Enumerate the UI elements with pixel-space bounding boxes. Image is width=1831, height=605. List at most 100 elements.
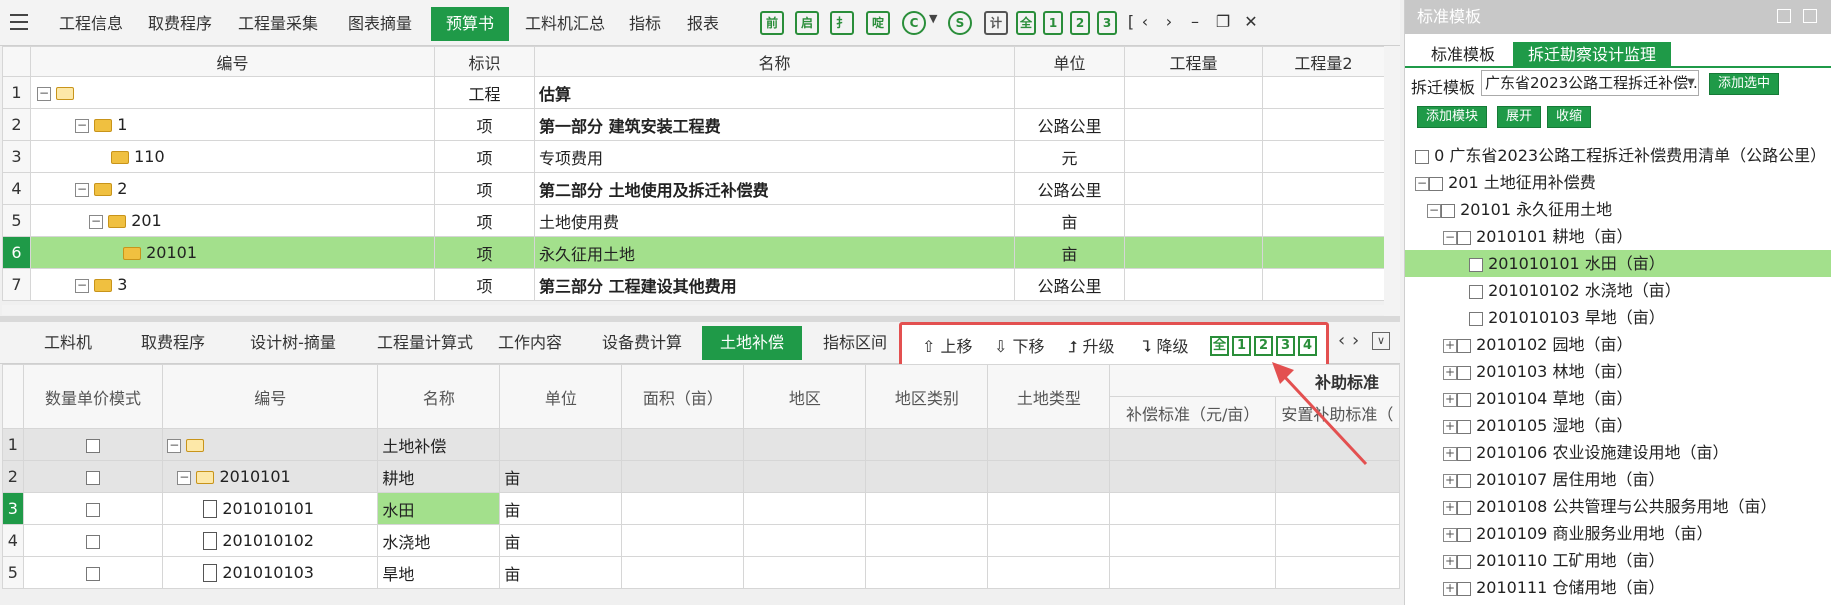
expand-icon[interactable]: + — [1443, 419, 1457, 434]
tab-quantity-collection[interactable]: 工程量采集 — [228, 7, 328, 41]
header-unit[interactable]: 单位 — [1014, 46, 1125, 77]
header-region[interactable]: 地区 — [743, 364, 867, 429]
tab-index[interactable]: 指标 — [620, 7, 670, 41]
table-row[interactable]: 4 − 2 项 第二部分 土地使用及拆迁补偿费 公路公里 — [2, 172, 1385, 205]
tree-checkbox[interactable] — [1457, 473, 1471, 488]
expand-level4-icon[interactable]: 4 — [1298, 336, 1317, 356]
expand-all-icon[interactable]: 全 — [1210, 336, 1229, 356]
template-select[interactable]: 广东省2023公路工程拆迁补偿... ▼ — [1481, 70, 1699, 96]
tree-item-selected[interactable]: 201010101 水田（亩） — [1405, 250, 1831, 277]
tab-chart-extract[interactable]: 图表摘量 — [334, 7, 426, 41]
collapse-icon[interactable]: − — [89, 214, 103, 229]
expand-icon[interactable]: + — [1443, 581, 1457, 596]
table-row[interactable]: 7 − 3 项 第三部分 工程建设其他费用 公路公里 — [2, 268, 1385, 301]
tree-item[interactable]: + 2010110 工矿用地（亩） — [1405, 547, 1831, 574]
collapse-icon[interactable]: − — [75, 278, 89, 293]
expand-button[interactable]: 展开 — [1497, 106, 1542, 128]
tree-item[interactable]: − 2010101 耕地（亩） — [1405, 223, 1831, 250]
scroll-left-icon[interactable]: ‹ — [1134, 10, 1156, 34]
header-land-type[interactable]: 土地类型 — [987, 364, 1111, 429]
tree-item[interactable]: + 2010106 农业设施建设用地（亩） — [1405, 439, 1831, 466]
tab-standard-template[interactable]: 标准模板 — [1417, 42, 1509, 68]
table-row[interactable]: 2 − 2010101 耕地 亩 — [2, 460, 1401, 493]
toolbar-level3-icon[interactable]: 3 — [1097, 11, 1117, 35]
tab-demolition-survey[interactable]: 拆迁勘察设计监理 — [1513, 42, 1671, 68]
tree-checkbox[interactable] — [1457, 527, 1471, 542]
toolbar-calculator-icon[interactable]: 计 — [984, 11, 1008, 35]
close-icon[interactable]: ✕ — [1240, 10, 1262, 34]
header-code[interactable]: 编号 — [162, 364, 379, 429]
header-name[interactable]: 名称 — [534, 46, 1015, 77]
tree-item[interactable]: + 2010103 林地（亩） — [1405, 358, 1831, 385]
tree-checkbox[interactable] — [1415, 149, 1429, 164]
tree-checkbox[interactable] — [1457, 338, 1471, 353]
tree-item[interactable]: + 2010105 湿地（亩） — [1405, 412, 1831, 439]
tree-item[interactable]: + 2010109 商业服务业用地（亩） — [1405, 520, 1831, 547]
tree-checkbox[interactable] — [1457, 581, 1471, 596]
tree-checkbox[interactable] — [1457, 419, 1471, 434]
add-selected-button[interactable]: 添加选中 — [1709, 73, 1780, 95]
toolbar-s-icon[interactable]: S — [948, 11, 972, 35]
tab-materials[interactable]: 工料机 — [28, 326, 108, 360]
collapse-icon[interactable]: − — [37, 86, 51, 101]
tree-item[interactable]: 201010103 旱地（亩） — [1405, 304, 1831, 331]
tab-index-range[interactable]: 指标区间 — [812, 326, 898, 360]
collapse-icon[interactable]: − — [75, 118, 89, 133]
scroll-right-icon[interactable]: › — [1158, 10, 1180, 34]
tree-checkbox[interactable] — [1457, 500, 1471, 515]
tree-item[interactable]: − 20101 永久征用土地 — [1405, 196, 1831, 223]
tree-checkbox[interactable] — [1469, 284, 1483, 299]
tab-land-compensation[interactable]: 土地补偿 — [702, 326, 802, 360]
expand-icon[interactable]: + — [1443, 446, 1457, 461]
tree-checkbox[interactable] — [1429, 176, 1443, 191]
expand-icon[interactable]: + — [1443, 554, 1457, 569]
header-name[interactable]: 名称 — [377, 364, 501, 429]
expand-icon[interactable]: + — [1443, 500, 1457, 515]
mode-checkbox[interactable] — [85, 502, 100, 517]
demote-button[interactable]: ⮧ 降级 — [1142, 333, 1189, 357]
expand-level2-icon[interactable]: 2 — [1254, 336, 1273, 356]
table-row-selected[interactable]: 6 20101 项 永久征用土地 亩 — [2, 236, 1385, 269]
tree-item[interactable]: 0 广东省2023公路工程拆迁补偿费用清单（公路公里） — [1405, 142, 1831, 169]
table-row[interactable]: 4 201010102 水浇地 亩 — [2, 524, 1401, 557]
tab-fee-procedure[interactable]: 取费程序 — [140, 7, 220, 41]
add-module-button[interactable]: 添加模块 — [1417, 106, 1488, 128]
table-row[interactable]: 1 − 土地补偿 — [2, 428, 1401, 461]
dropdown-arrow-icon[interactable]: ▼ — [929, 12, 937, 25]
scroll-left-icon[interactable]: ‹ — [1338, 330, 1345, 351]
tab-report[interactable]: 报表 — [678, 7, 728, 41]
move-up-button[interactable]: ⇧ 上移 — [922, 333, 973, 357]
header-unit[interactable]: 单位 — [499, 364, 623, 429]
collapse-icon[interactable]: − — [177, 470, 192, 485]
toolbar-hand-icon[interactable]: 扌 — [830, 11, 854, 35]
toolbar-c-icon[interactable]: C — [902, 11, 926, 35]
tab-quantity-formula[interactable]: 工程量计算式 — [360, 326, 490, 360]
mode-checkbox[interactable] — [85, 534, 100, 549]
tree-checkbox[interactable] — [1469, 257, 1483, 272]
header-quantity2[interactable]: 工程量2 — [1262, 46, 1385, 77]
table-row[interactable]: 1 − 工程 估算 — [2, 76, 1385, 109]
tab-work-content[interactable]: 工作内容 — [490, 326, 570, 360]
header-mark[interactable]: 标识 — [434, 46, 535, 77]
horizontal-scrollbar[interactable] — [2, 305, 1384, 315]
toolbar-level2-icon[interactable]: 2 — [1070, 11, 1090, 35]
toolbar-front-icon[interactable]: 前 — [760, 11, 784, 35]
tab-design-tree[interactable]: 设计树-摘量 — [228, 326, 358, 360]
tree-checkbox[interactable] — [1457, 230, 1471, 245]
collapse-icon[interactable]: − — [1415, 176, 1429, 191]
table-row[interactable]: 2 − 1 项 第一部分 建筑安装工程费 公路公里 — [2, 108, 1385, 141]
restore-icon[interactable]: ❐ — [1212, 10, 1234, 34]
tree-item[interactable]: 201010102 水浇地（亩） — [1405, 277, 1831, 304]
mode-checkbox[interactable] — [85, 470, 100, 485]
toolbar-launch-icon[interactable]: 启 — [795, 11, 819, 35]
toolbar-all-icon[interactable]: 全 — [1016, 11, 1036, 35]
tree-item[interactable]: + 2010104 草地（亩） — [1405, 385, 1831, 412]
mode-checkbox[interactable] — [85, 566, 100, 581]
table-row[interactable]: 5 − 201 项 土地使用费 亩 — [2, 204, 1385, 237]
tree-item[interactable]: + 2010102 园地（亩） — [1405, 331, 1831, 358]
move-down-button[interactable]: ⇩ 下移 — [994, 333, 1045, 357]
mode-checkbox[interactable] — [85, 438, 100, 453]
tree-checkbox[interactable] — [1441, 203, 1455, 218]
collapse-icon[interactable]: − — [1443, 230, 1457, 245]
collapse-icon[interactable]: − — [1427, 203, 1441, 218]
